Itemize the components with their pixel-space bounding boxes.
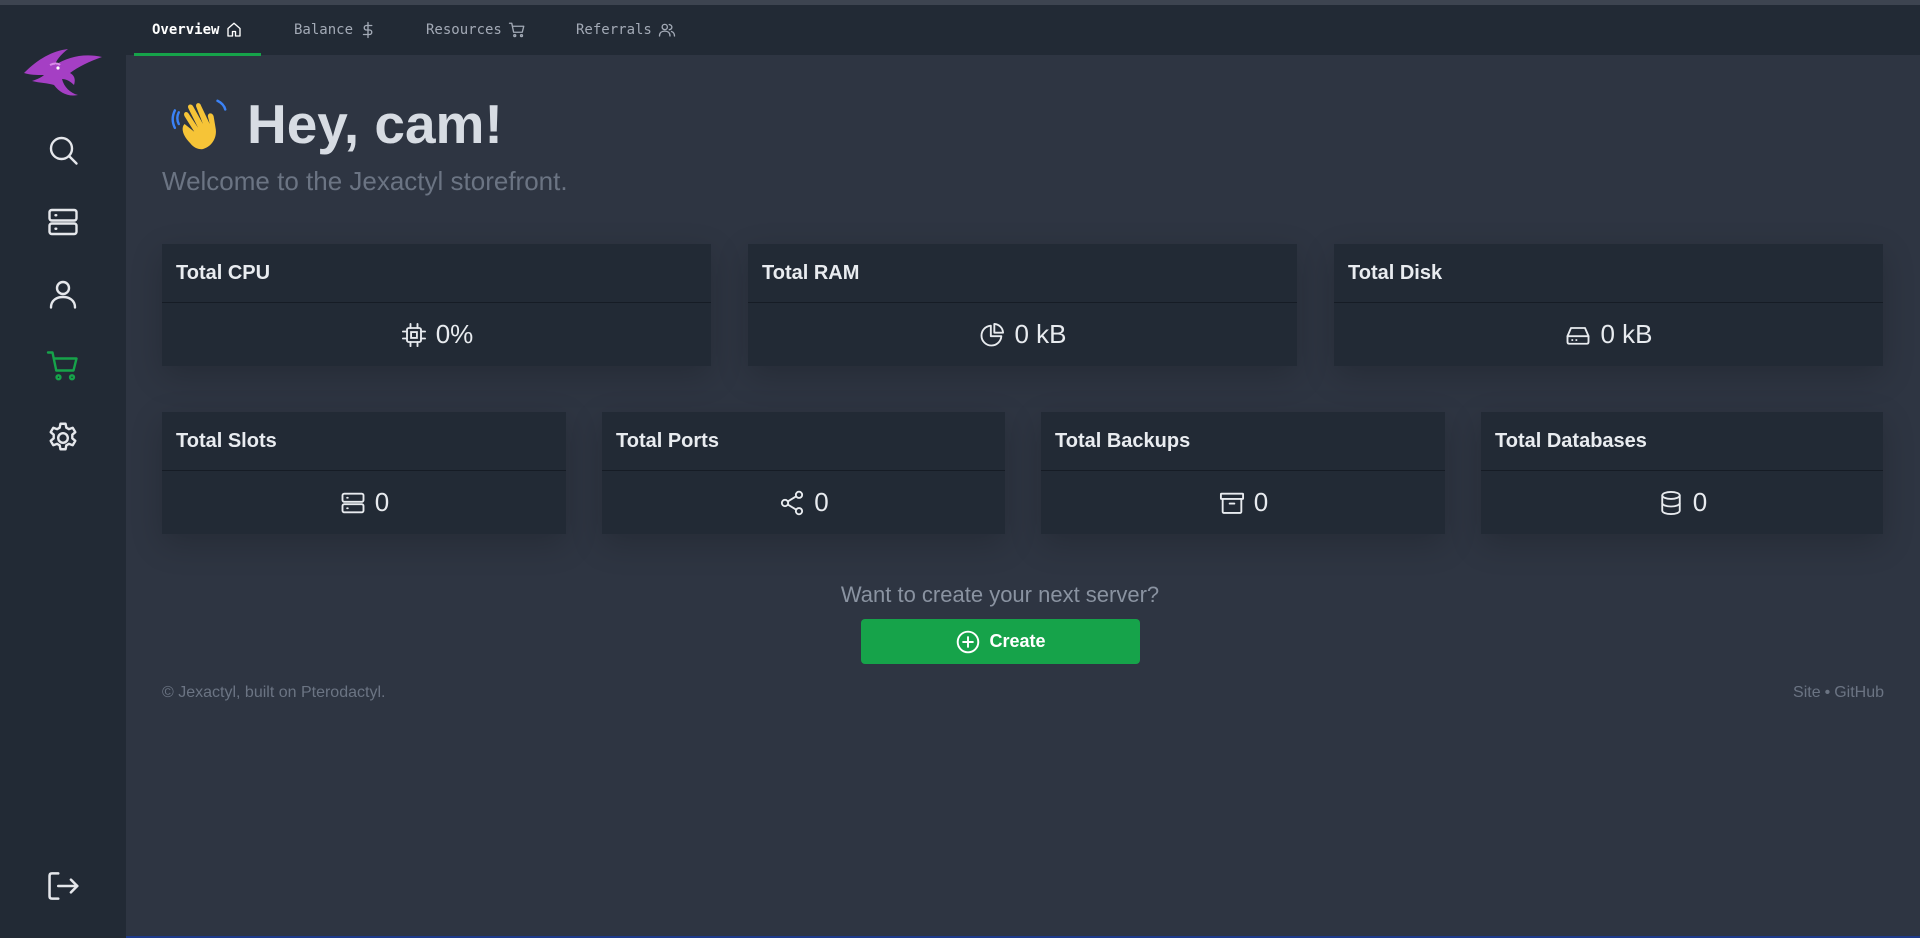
tab-resources-label: Resources <box>426 22 502 38</box>
stat-card-title: Total Ports <box>602 412 1005 471</box>
home-icon <box>227 22 242 37</box>
archive-icon <box>1219 492 1244 514</box>
tab-referrals[interactable]: Referrals <box>576 5 676 55</box>
sidebar-servers-icon[interactable] <box>44 203 82 241</box>
stat-card-title: Total Backups <box>1041 412 1445 471</box>
sidebar-settings-gear-icon[interactable] <box>44 419 82 457</box>
stat-card-databases: Total Databases 0 <box>1481 412 1883 534</box>
stat-card-slots: Total Slots 0 <box>162 412 566 534</box>
tab-balance[interactable]: Balance <box>294 5 377 55</box>
cart-icon <box>508 22 525 38</box>
stat-card-value: 0 <box>1692 487 1708 517</box>
server-icon <box>341 492 365 513</box>
disk-icon <box>1567 326 1590 345</box>
footer-links: Site • GitHub <box>1793 684 1884 702</box>
stat-card-ports: Total Ports 0 <box>602 412 1005 534</box>
footer-github-link[interactable]: GitHub <box>1834 684 1884 702</box>
create-server-button[interactable]: Create <box>861 619 1140 664</box>
stat-card-title: Total Disk <box>1334 244 1883 303</box>
page-title: Hey, cam! <box>247 93 503 155</box>
database-icon <box>1661 490 1681 515</box>
dollar-icon <box>362 21 373 39</box>
greeting: Hey, cam! <box>171 92 503 156</box>
footer-site-link[interactable]: Site <box>1793 684 1821 702</box>
tab-referrals-label: Referrals <box>576 22 652 38</box>
create-server-prompt: Want to create your next server? <box>840 582 1160 607</box>
footer-copyright: © Jexactyl, built on Pterodactyl. <box>162 684 386 701</box>
footer-separator: • <box>1824 684 1831 701</box>
sidebar-search-icon[interactable] <box>44 131 82 169</box>
waving-hand-icon <box>171 99 227 150</box>
stat-card-value: 0 kB <box>1600 319 1653 349</box>
tab-overview[interactable]: Overview <box>133 5 262 56</box>
top-navigation: Overview Balance Resources Referrals <box>126 5 1920 56</box>
stat-card-value: 0% <box>435 319 474 349</box>
stat-card-title: Total RAM <box>748 244 1297 303</box>
tab-balance-label: Balance <box>294 22 354 38</box>
stat-card-title: Total Slots <box>162 412 566 471</box>
sidebar-account-icon[interactable] <box>44 275 82 313</box>
plus-circle-icon <box>957 630 980 653</box>
stat-card-value: 0 <box>374 487 390 517</box>
tab-resources[interactable]: Resources <box>426 5 526 55</box>
stat-card-value: 0 <box>814 487 829 517</box>
pie-icon <box>981 322 1005 346</box>
cpu-icon <box>401 322 426 347</box>
create-button-label: Create <box>989 631 1046 651</box>
users-icon <box>658 23 676 37</box>
sidebar <box>0 5 126 938</box>
stat-card-backups: Total Backups 0 <box>1041 412 1445 534</box>
stat-card-value: 0 <box>1253 487 1269 517</box>
stat-card-value: 0 kB <box>1014 319 1067 349</box>
stat-card-disk: Total Disk 0 kB <box>1334 244 1883 366</box>
page-subtitle: Welcome to the Jexactyl storefront. <box>162 166 568 196</box>
logout-icon[interactable] <box>44 867 82 905</box>
stat-card-ram: Total RAM 0 kB <box>748 244 1297 366</box>
stat-card-title: Total Databases <box>1481 412 1883 471</box>
pterodactyl-logo[interactable] <box>20 43 105 101</box>
tab-overview-label: Overview <box>152 22 220 38</box>
stat-card-title: Total CPU <box>162 244 711 303</box>
share-icon <box>781 490 804 515</box>
sidebar-store-cart-icon[interactable] <box>44 347 82 385</box>
stat-card-cpu: Total CPU 0% <box>162 244 711 366</box>
